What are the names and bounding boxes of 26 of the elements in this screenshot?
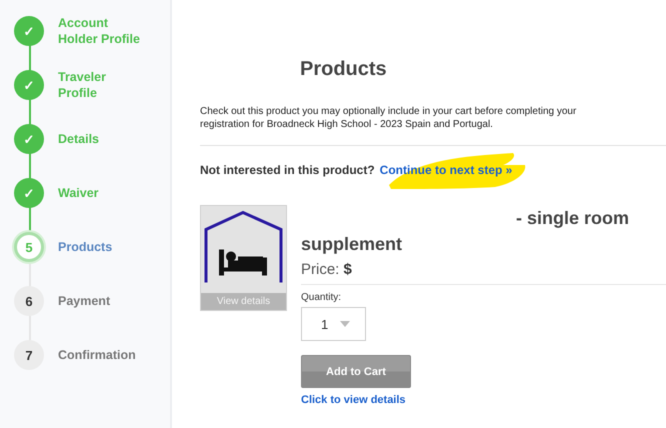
product-thumbnail[interactable]: View details [200,205,287,311]
step-label[interactable]: Waiver [58,185,148,201]
view-details-caption[interactable]: View details [201,293,286,310]
price-text: Price: $ [301,261,353,278]
add-to-cart-button[interactable]: Add to Cart [301,355,411,388]
step-marker: ✓ [14,124,44,154]
question-text: Not interested in this product? [200,163,375,177]
step-label[interactable]: Payment [58,293,148,309]
step-marker: 5 [14,232,44,262]
product-name: - single room supplement [301,207,630,256]
step-marker: 6 [14,286,44,316]
description-text: Check out this product you may optionally include in your cart before completing your registration for Broadneck High School - 2023 Spain and Portugal. [200,105,578,131]
step-label[interactable]: Account Holder Profile [58,15,148,47]
step-label[interactable]: Products [58,239,148,255]
step-marker: ✓ [14,70,44,100]
page-title: Products [300,58,388,81]
step-marker: 7 [14,340,44,370]
quantity-label: Quantity: [301,292,342,303]
step-label[interactable]: Confirmation [58,347,148,363]
view-details-link[interactable]: Click to view details [301,394,406,406]
caret-icon [340,321,350,327]
step-marker: ✓ [14,16,44,46]
step-label[interactable]: Traveler Profile [58,69,148,101]
quantity-select[interactable]: 1 [301,307,366,341]
step-marker: ✓ [14,178,44,208]
step-label[interactable]: Details [58,131,148,147]
